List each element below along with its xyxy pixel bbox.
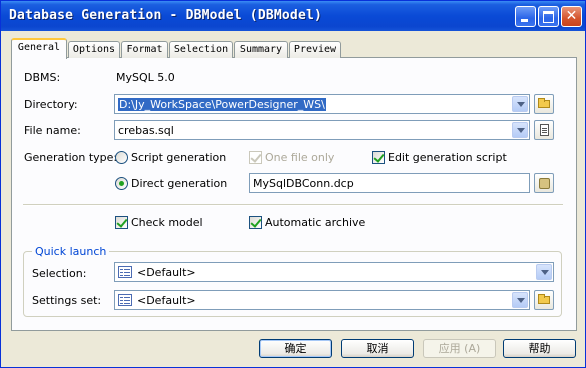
filename-label: File name: [24,124,81,137]
directory-value: D:\Jy_WorkSpace\PowerDesigner_WS\ [118,98,326,111]
folder-icon [538,98,550,108]
automatic-archive-checkbox[interactable] [249,216,262,229]
tab-general[interactable]: General [11,38,67,59]
selection-label: Selection: [32,267,87,280]
chevron-down-icon[interactable] [512,122,528,138]
chevron-down-icon[interactable] [512,292,528,308]
edit-generation-script-label[interactable]: Edit generation script [388,151,507,164]
one-file-only-label[interactable]: One file only [265,151,334,164]
dbms-label: DBMS: [24,71,61,84]
separator [23,204,563,206]
filename-value: crebas.sql [118,124,174,137]
window-title: Database Generation - DBModel (DBModel) [9,8,323,23]
database-generation-dialog: Database Generation - DBModel (DBModel) … [0,0,586,368]
connection-icon [539,178,550,189]
browse-directory-button[interactable] [534,94,554,114]
selection-value: <Default> [137,266,196,279]
browse-settings-button[interactable] [534,290,554,310]
directory-combo[interactable]: D:\Jy_WorkSpace\PowerDesigner_WS\ [114,94,530,114]
check-model-label[interactable]: Check model [131,216,203,229]
close-button[interactable]: ✕ [561,6,582,27]
document-icon [540,124,549,136]
direct-generation-label[interactable]: Direct generation [131,177,227,190]
settings-set-value: <Default> [137,294,196,307]
generation-type-label: Generation type: [24,151,118,164]
script-generation-radio[interactable] [115,151,128,164]
tab-preview[interactable]: Preview [289,41,341,58]
tab-options[interactable]: Options [68,41,120,58]
dbms-value: MySQL 5.0 [116,71,175,84]
help-button[interactable]: 帮助 [503,339,576,358]
minimize-button[interactable] [515,6,536,27]
settings-set-combo[interactable]: <Default> [114,290,530,310]
connect-button[interactable] [534,173,554,193]
script-generation-label[interactable]: Script generation [131,151,226,164]
chevron-down-icon[interactable] [512,96,528,112]
tab-summary[interactable]: Summary [234,41,288,58]
chevron-down-icon[interactable] [536,264,552,280]
check-model-checkbox[interactable] [115,216,128,229]
folder-icon [538,294,550,304]
maximize-button[interactable] [538,6,559,27]
directory-label: Directory: [24,98,78,111]
filename-combo[interactable]: crebas.sql [114,120,530,140]
apply-button[interactable]: 应用 (A) [423,339,496,358]
edit-file-button[interactable] [534,120,554,140]
tab-selection[interactable]: Selection [169,41,233,58]
cancel-button[interactable]: 取消 [341,339,414,358]
connection-value: MySqlDBConn.dcp [253,177,354,190]
direct-generation-radio[interactable] [115,177,128,190]
one-file-only-checkbox[interactable] [249,151,262,164]
ok-button[interactable]: 确定 [259,339,332,358]
list-icon [118,294,132,306]
title-bar[interactable]: Database Generation - DBModel (DBModel) … [1,1,585,31]
selection-combo[interactable]: <Default> [114,262,554,282]
edit-generation-script-checkbox[interactable] [372,151,385,164]
settings-set-label: Settings set: [32,294,102,307]
quick-launch-title: Quick launch [32,245,110,258]
automatic-archive-label[interactable]: Automatic archive [265,216,365,229]
tab-format[interactable]: Format [121,41,168,58]
close-icon: ✕ [565,8,578,24]
connection-profile-field[interactable]: MySqlDBConn.dcp [249,173,530,193]
list-icon [118,266,132,278]
